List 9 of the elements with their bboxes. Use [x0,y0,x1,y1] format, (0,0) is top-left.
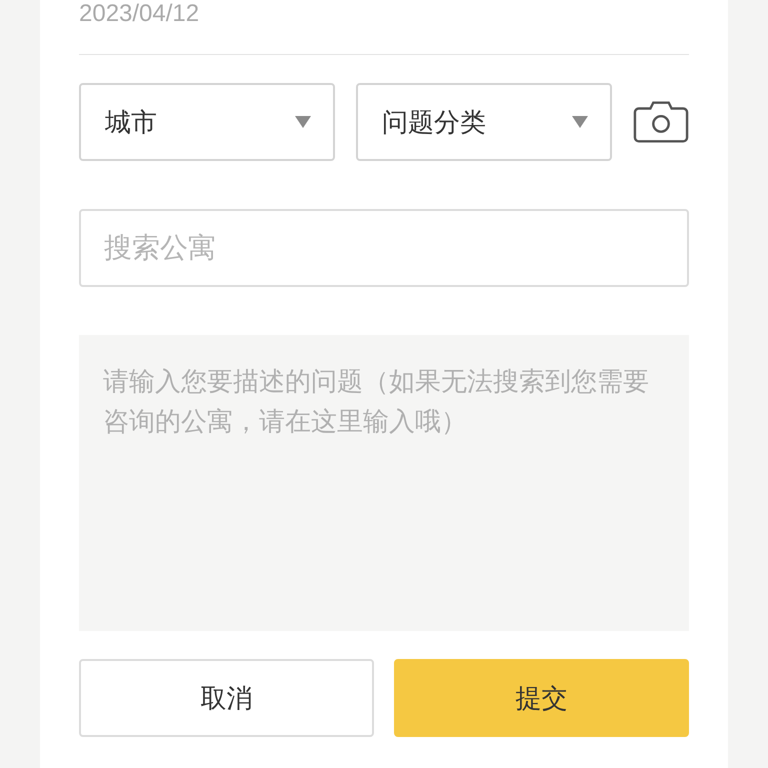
caret-icon [572,116,588,128]
description-field[interactable]: 请输入您要描述的问题（如果无法搜索到您需要咨询的公寓，请在这里输入哦） [79,335,689,631]
dropdown[interactable]: 城市 [79,83,335,161]
dropdown[interactable]: 问题分类 [356,83,612,161]
caret-icon [295,116,311,128]
search-field[interactable]: 搜索公寓 [79,209,689,287]
date-text: 2023/04/12 [79,2,200,26]
submit-button[interactable]: 提交 [394,659,689,737]
cancel-button[interactable]: 取消 [79,659,374,737]
